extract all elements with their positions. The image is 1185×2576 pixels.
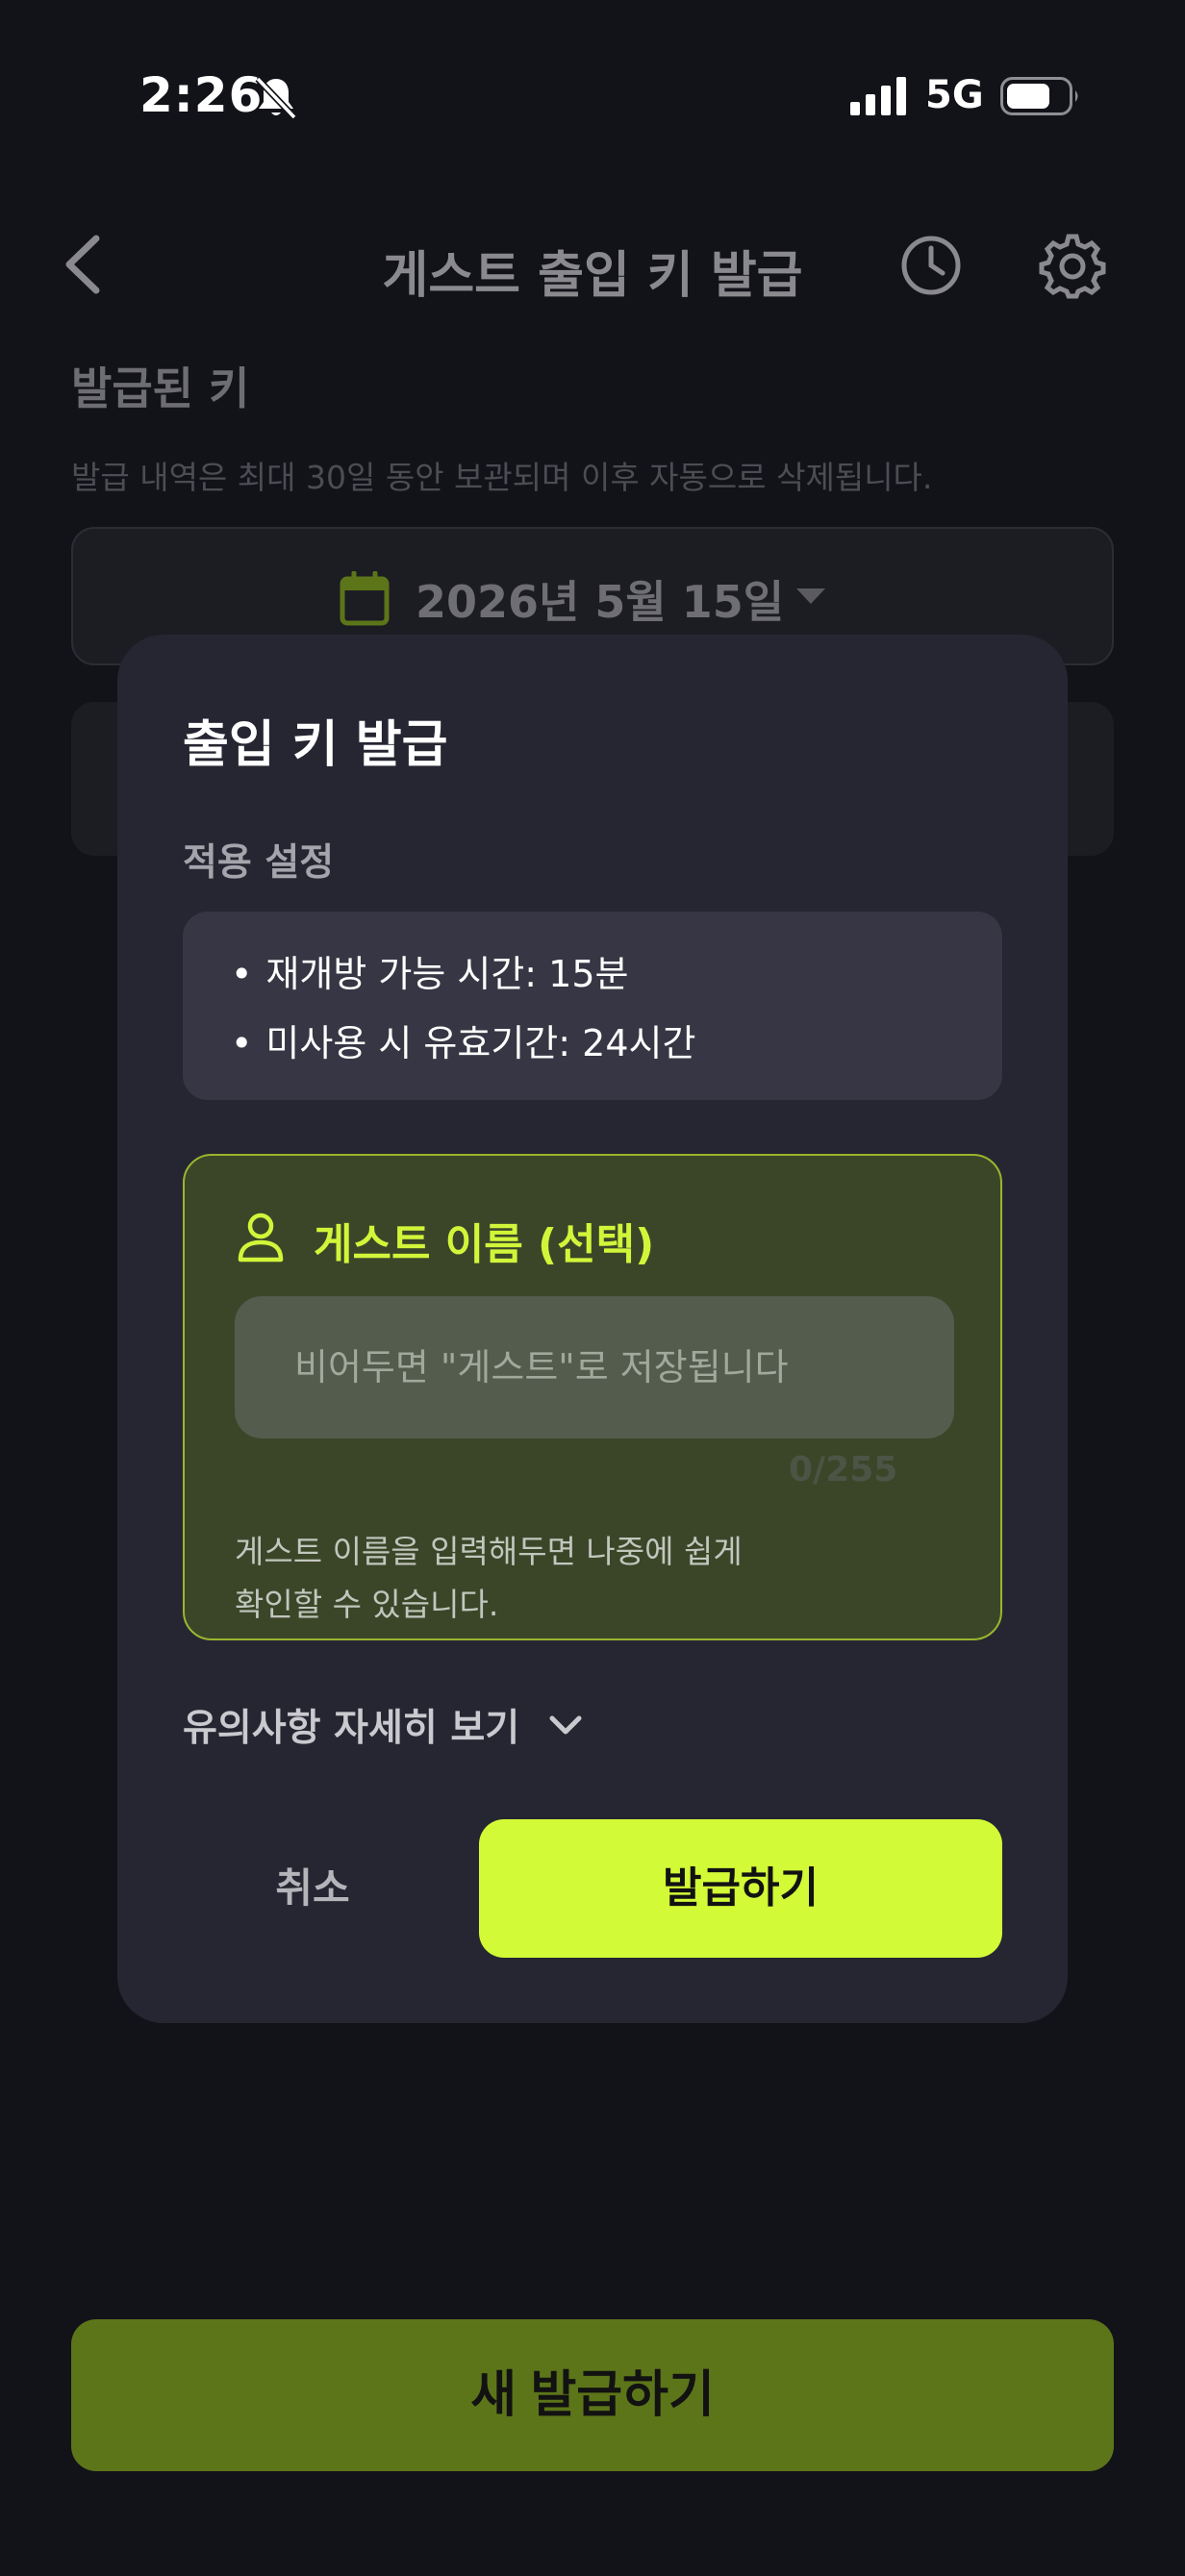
section-title: 발급된 키: [71, 363, 250, 414]
calendar-icon: [340, 571, 390, 626]
modal-title: 출입 키 발급: [183, 716, 448, 774]
new-issue-button[interactable]: 새 발급하기: [71, 2319, 1114, 2471]
issue-label: 발급하기: [663, 1864, 819, 1912]
person-icon: [238, 1213, 284, 1263]
reopen-time-text: 재개방 가능 시간: 15분: [265, 953, 629, 995]
settings-icon[interactable]: [1039, 233, 1106, 300]
new-issue-label: 새 발급하기: [470, 2367, 715, 2423]
settings-line: • 미사용 시 유효기간: 24시간: [231, 1013, 695, 1066]
cancel-label: 취소: [275, 1865, 350, 1911]
issue-key-modal: 출입 키 발급 적용 설정 • 재개방 가능 시간: 15분 • 미사용 시 유효기…: [117, 635, 1068, 2023]
status-time: 2:26: [139, 67, 264, 123]
settings-line: • 재개방 가능 시간: 15분: [231, 944, 629, 997]
guest-name-title: 게스트 이름 (선택): [314, 1220, 655, 1269]
guest-name-input[interactable]: [235, 1296, 954, 1438]
history-icon[interactable]: [898, 233, 964, 298]
chevron-down-icon: [549, 1715, 582, 1735]
section-description: 발급 내역은 최대 30일 동안 보관되며 이후 자동으로 삭제됩니다.: [71, 459, 933, 496]
settings-box: • 재개방 가능 시간: 15분 • 미사용 시 유효기간: 24시간: [183, 912, 1002, 1100]
bell-slash-icon: [255, 76, 297, 120]
guest-name-panel: 게스트 이름 (선택) 0/255 게스트 이름을 입력해두면 나중에 쉽게 확…: [183, 1154, 1002, 1640]
date-label: 2026년 5월 15일: [416, 576, 785, 628]
validity-text: 미사용 시 유효기간: 24시간: [265, 1022, 696, 1064]
issue-button[interactable]: 발급하기: [479, 1819, 1002, 1958]
bullet: •: [231, 953, 253, 995]
screen: 2:26 5G 게스트 출입 키 발급 발급된 키 발급 내역은 최대 30일 …: [0, 0, 1185, 2576]
cancel-button[interactable]: 취소: [183, 1819, 442, 1958]
bullet: •: [231, 1022, 253, 1064]
caret-down-icon: [796, 588, 825, 604]
guest-name-help: 게스트 이름을 입력해두면 나중에 쉽게 확인할 수 있습니다.: [235, 1533, 743, 1623]
char-count: 0/255: [789, 1450, 898, 1489]
page-title: 게스트 출입 키 발급: [382, 247, 803, 305]
battery-icon: [1000, 77, 1078, 115]
notice-toggle-label: 유의사항 자세히 보기: [183, 1707, 520, 1750]
notice-toggle[interactable]: 유의사항 자세히 보기: [183, 1696, 585, 1754]
signal-icon: [850, 77, 906, 115]
network-type: 5G: [925, 73, 984, 117]
settings-label: 적용 설정: [183, 841, 335, 885]
